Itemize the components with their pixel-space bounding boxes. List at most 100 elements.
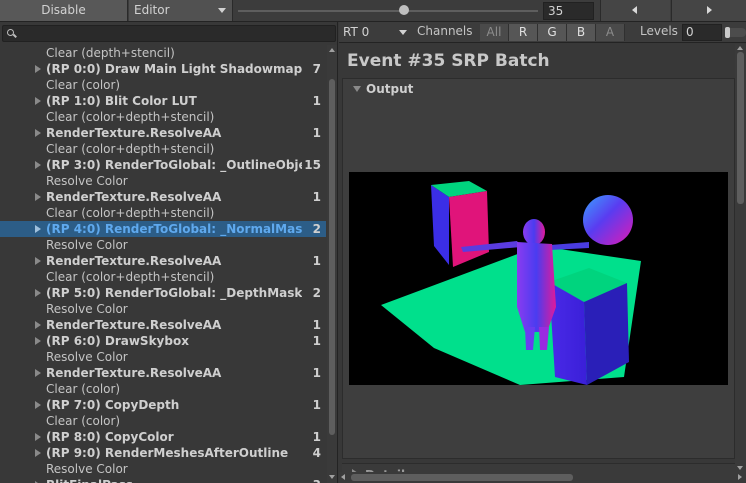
event-row[interactable]: RenderTexture.ResolveAA 1 [0,365,326,381]
event-row[interactable]: (RP 3:0) RenderToGlobal: _OutlineObjectM… [0,157,326,173]
event-row[interactable]: Clear (color) [0,381,326,397]
event-label: (RP 9:0) RenderMeshesAfterOutline [46,446,289,460]
details-horizontal-scrollbar[interactable] [339,472,746,483]
event-row[interactable]: (RP 7:0) CopyDepth 1 [0,397,326,413]
levels-slider-knob[interactable] [725,27,730,38]
fold-arrow-icon[interactable] [35,97,41,105]
fold-arrow-icon[interactable] [35,289,41,297]
event-row[interactable]: (RP 0:0) Draw Main Light Shadowmap 7 [0,61,326,77]
fold-arrow-icon[interactable] [35,257,41,265]
event-label: RenderTexture.ResolveAA [46,190,222,204]
details-vertical-scrollbar[interactable] [735,44,746,472]
event-row[interactable]: (RP 9:0) RenderMeshesAfterOutline 4 [0,445,326,461]
fold-arrow-icon[interactable] [35,161,41,169]
search-input[interactable] [19,26,333,41]
scroll-right-icon[interactable] [738,474,742,480]
event-draw-count: 1 [312,126,321,140]
event-row[interactable]: Clear (color+depth+stencil) [0,109,326,125]
event-row[interactable]: RenderTexture.ResolveAA 1 [0,189,326,205]
event-row[interactable]: Clear (color) [0,413,326,429]
event-label: Clear (color) [46,78,121,92]
event-label: RenderTexture.ResolveAA [46,366,222,380]
event-row[interactable]: RenderTexture.ResolveAA 1 [0,125,326,141]
event-draw-count: 2 [312,222,321,236]
disable-button[interactable]: Disable [0,0,128,21]
event-row[interactable]: RenderTexture.ResolveAA 1 [0,253,326,269]
fold-arrow-icon[interactable] [35,449,41,457]
channel-a-button[interactable]: A [596,24,625,41]
event-draw-count: 1 [312,398,321,412]
event-slider-thumb[interactable] [399,5,409,15]
scrollbar-thumb[interactable] [737,52,744,204]
frame-debugger-toolbar: Disable Editor 35 [0,0,746,22]
target-dropdown[interactable]: Editor [129,0,233,21]
event-row[interactable]: Resolve Color [0,349,326,365]
event-row[interactable]: (RP 8:0) CopyColor 1 [0,429,326,445]
scroll-down-icon[interactable] [329,475,335,479]
event-row[interactable]: (RP 5:0) RenderToGlobal: _DepthMask 2 [0,285,326,301]
event-draw-count: 15 [304,158,321,172]
scrollbar-thumb[interactable] [351,474,573,481]
scroll-up-icon[interactable] [737,46,743,50]
event-label: (RP 1:0) Blit Color LUT [46,94,197,108]
chevron-down-icon [218,8,226,13]
event-label: Clear (color) [46,382,121,396]
fold-arrow-icon[interactable] [35,401,41,409]
event-row[interactable]: Clear (color) [0,77,326,93]
next-event-button[interactable] [671,0,746,21]
levels-label: Levels [640,24,678,38]
previous-event-button[interactable] [600,0,670,21]
fold-arrow-icon[interactable] [35,369,41,377]
event-label: (RP 0:0) Draw Main Light Shadowmap [46,62,302,76]
render-target-dropdown[interactable]: RT 0 [341,23,409,42]
event-row[interactable]: Clear (depth+stencil) [0,45,326,61]
event-row[interactable]: Resolve Color [0,173,326,189]
fold-arrow-icon[interactable] [35,225,41,233]
event-row[interactable]: Clear (color+depth+stencil) [0,141,326,157]
channel-g-button[interactable]: G [538,24,567,41]
event-row[interactable]: (RP 6:0) DrawSkybox 1 [0,333,326,349]
fold-arrow-icon[interactable] [35,129,41,137]
channel-b-button[interactable]: B [567,24,596,41]
event-label: (RP 6:0) DrawSkybox [46,334,189,348]
channel-all-button[interactable]: All [480,24,509,41]
event-row[interactable]: Resolve Color [0,301,326,317]
event-row[interactable]: Resolve Color [0,237,326,253]
fold-arrow-icon[interactable] [35,337,41,345]
scroll-up-icon[interactable] [329,48,335,52]
event-row[interactable]: RenderTexture.ResolveAA 1 [0,317,326,333]
event-draw-count: 2 [312,286,321,300]
render-target-toolbar: RT 0 Channels All R G B A Levels 0 [339,22,746,43]
event-label: Clear (color+depth+stencil) [46,206,215,220]
normal-map-image [381,181,641,385]
event-label: Resolve Color [46,302,128,316]
event-index-field[interactable]: 35 [543,2,594,20]
event-draw-count: 1 [312,430,321,444]
fold-arrow-icon[interactable] [35,65,41,73]
scroll-down-icon[interactable] [737,466,743,470]
output-section: Output [342,78,735,459]
selected-event-row[interactable]: (RP 4:0) RenderToGlobal: _NormalMask 2 [0,221,326,237]
event-row[interactable]: Resolve Color [0,461,326,477]
fold-arrow-icon[interactable] [35,433,41,441]
event-slider-track[interactable] [238,10,538,12]
fold-arrow-icon[interactable] [35,193,41,201]
output-label: Output [366,82,414,96]
scroll-left-icon[interactable] [341,474,345,480]
event-label: (RP 3:0) RenderToGlobal: _OutlineObjectM… [46,158,302,172]
levels-field[interactable]: 0 [682,24,722,41]
search-field[interactable] [2,25,336,42]
output-foldout[interactable]: Output [343,79,734,99]
render-target-preview [349,172,728,385]
channels-label: Channels [417,24,473,38]
event-hierarchy-panel: Clear (depth+stencil) (RP 0:0) Draw Main … [0,22,338,483]
event-title: Event #35 SRP Batch [347,51,550,71]
scrollbar-thumb[interactable] [329,79,335,435]
event-row[interactable]: (RP 1:0) Blit Color LUT 1 [0,93,326,109]
event-row[interactable]: Clear (color+depth+stencil) [0,269,326,285]
event-list-scrollbar[interactable] [327,45,337,483]
event-row[interactable]: BlitFinalPass 3 [0,477,326,483]
fold-arrow-icon[interactable] [35,321,41,329]
channel-r-button[interactable]: R [509,24,538,41]
event-row[interactable]: Clear (color+depth+stencil) [0,205,326,221]
